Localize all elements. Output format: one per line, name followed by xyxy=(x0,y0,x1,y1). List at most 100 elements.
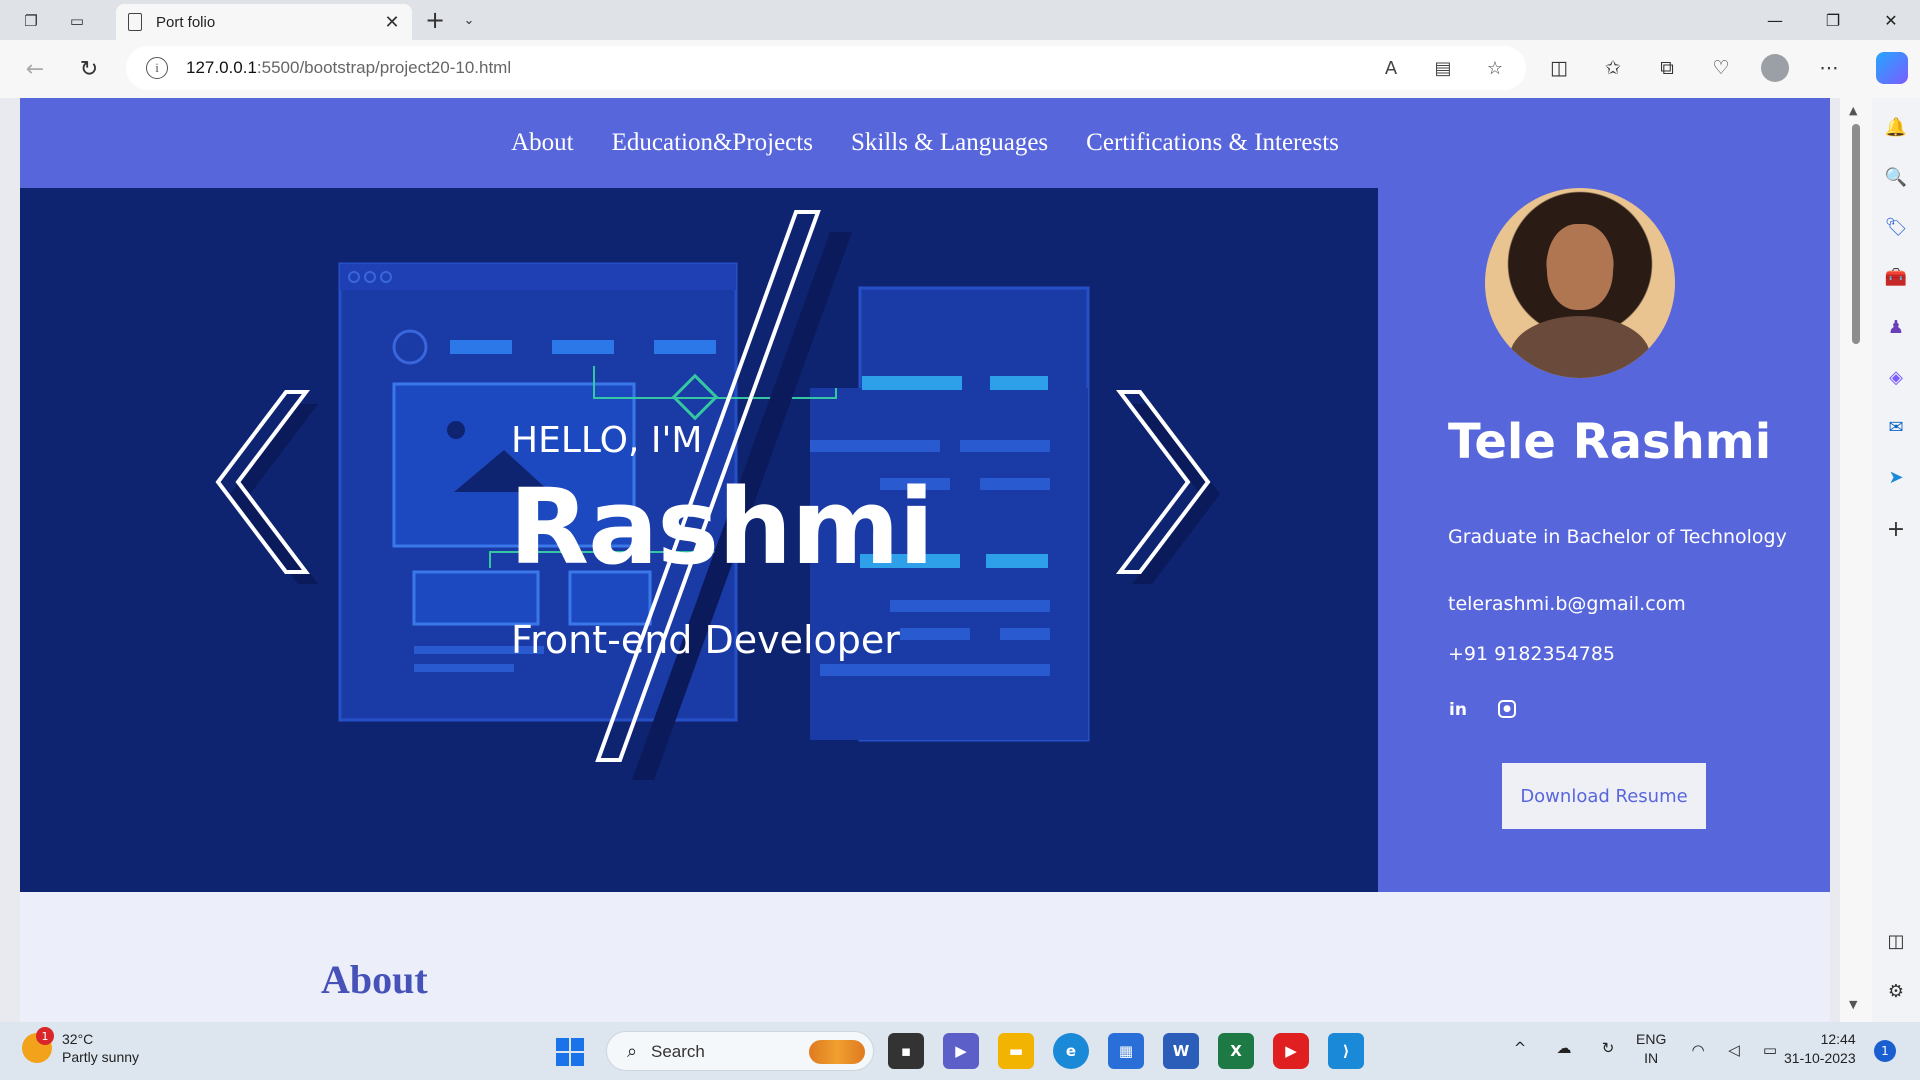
games-icon[interactable]: ♟ xyxy=(1883,314,1909,340)
minimize-button[interactable]: — xyxy=(1746,0,1804,40)
weather-sun-icon: 1 xyxy=(22,1027,54,1063)
weather-badge: 1 xyxy=(36,1027,54,1045)
language-indicator[interactable]: ENG IN xyxy=(1636,1030,1666,1068)
carousel-prev-button[interactable] xyxy=(216,390,316,576)
teams-app-icon[interactable]: ▶ xyxy=(943,1033,979,1069)
scroll-up-icon[interactable]: ▲ xyxy=(1849,104,1857,117)
favorite-star-icon[interactable]: ☆ xyxy=(1482,55,1508,81)
lang-bottom: IN xyxy=(1644,1050,1659,1066)
taskbar-apps: ▪ ▶ ▬ e ▦ W X ▶ ⟩ xyxy=(888,1033,1364,1069)
youtube-app-icon[interactable]: ▶ xyxy=(1273,1033,1309,1069)
copilot-icon[interactable] xyxy=(1876,52,1908,84)
tab-actions-icon[interactable]: ▭ xyxy=(64,8,90,34)
profile-avatar[interactable] xyxy=(1760,53,1790,83)
scrollbar-thumb[interactable] xyxy=(1852,124,1860,344)
hero-greeting: HELLO, I'M xyxy=(511,420,703,461)
nav-link-education[interactable]: Education&Projects xyxy=(612,129,813,157)
start-button[interactable] xyxy=(556,1038,584,1066)
windows-taskbar: 1 32°C Partly sunny ⌕ Search ▪ ▶ ▬ e ▦ W… xyxy=(0,1022,1920,1080)
profile-panel: Tele Rashmi Graduate in Bachelor of Tech… xyxy=(1378,188,1830,892)
url-text[interactable]: 127.0.0.1:5500/bootstrap/project20-10.ht… xyxy=(186,58,511,78)
edge-app-icon[interactable]: e xyxy=(1053,1033,1089,1069)
pumpkin-icon xyxy=(809,1040,865,1064)
chevron-up-icon[interactable]: ^ xyxy=(1508,1036,1532,1060)
nav-link-certifications[interactable]: Certifications & Interests xyxy=(1086,129,1339,157)
hero-name: Rashmi xyxy=(509,466,934,588)
settings-gear-icon[interactable]: ⚙ xyxy=(1883,978,1909,1004)
notification-badge[interactable]: 1 xyxy=(1874,1040,1896,1062)
close-tab-icon[interactable]: ✕ xyxy=(382,12,402,33)
tab-title: Port folio xyxy=(156,13,216,31)
quick-settings[interactable]: ◠ ◁ ▭ xyxy=(1686,1038,1782,1062)
more-options-icon[interactable]: ⋯ xyxy=(1814,53,1844,83)
weather-widget[interactable]: 1 32°C Partly sunny xyxy=(22,1027,139,1066)
workspaces-icon[interactable]: ❐ xyxy=(18,8,44,34)
sidebar-toggle-icon[interactable]: ◫ xyxy=(1883,928,1909,954)
immersive-reader-icon[interactable]: ▤ xyxy=(1430,55,1456,81)
clock-date: 31-10-2023 xyxy=(1784,1050,1856,1066)
reload-icon[interactable]: ↻ xyxy=(74,54,104,84)
nav-link-about[interactable]: About xyxy=(511,129,574,157)
site-nav: About Education&Projects Skills & Langua… xyxy=(20,98,1830,188)
profile-email[interactable]: telerashmi.b@gmail.com xyxy=(1448,593,1686,615)
volume-icon: ◁ xyxy=(1728,1041,1740,1059)
add-icon[interactable]: + xyxy=(1883,516,1909,542)
site-info-icon[interactable]: i xyxy=(146,57,168,79)
weather-temp: 32°C xyxy=(62,1031,94,1047)
search-label: Search xyxy=(651,1042,705,1061)
onedrive-icon[interactable]: ☁ xyxy=(1552,1036,1576,1060)
send-icon[interactable]: ➤ xyxy=(1883,464,1909,490)
url-host: 127.0.0.1 xyxy=(186,58,257,77)
shopping-tag-icon[interactable]: 🏷 xyxy=(1883,214,1909,240)
browser-essentials-icon[interactable]: ♡ xyxy=(1706,53,1736,83)
about-section: About xyxy=(20,892,1830,1022)
store-app-icon[interactable]: ▦ xyxy=(1108,1033,1144,1069)
back-icon[interactable]: ← xyxy=(20,54,50,84)
split-screen-icon[interactable]: ◫ xyxy=(1544,53,1574,83)
address-bar[interactable]: i 127.0.0.1:5500/bootstrap/project20-10.… xyxy=(126,46,1526,90)
tools-icon[interactable]: 🧰 xyxy=(1883,264,1909,290)
profile-photo xyxy=(1485,188,1675,378)
clock-time: 12:44 xyxy=(1820,1031,1856,1047)
clock[interactable]: 12:44 31-10-2023 xyxy=(1784,1030,1856,1068)
taskbar-search[interactable]: ⌕ Search xyxy=(606,1031,874,1071)
notification-bell-icon[interactable]: 🔔 xyxy=(1883,114,1909,140)
linkedin-icon[interactable]: in xyxy=(1448,700,1468,720)
collections-icon[interactable]: ⧉ xyxy=(1652,53,1682,83)
chevron-down-icon[interactable]: ⌄ xyxy=(458,8,480,32)
read-aloud-icon[interactable]: A xyxy=(1378,55,1404,81)
browser-toolbar: ← ↻ i 127.0.0.1:5500/bootstrap/project20… xyxy=(0,40,1920,98)
sync-icon[interactable]: ↻ xyxy=(1596,1036,1620,1060)
download-resume-button[interactable]: Download Resume xyxy=(1502,763,1706,829)
outlook-icon[interactable]: ✉ xyxy=(1883,414,1909,440)
edge-sidebar: 🔔 🔍 🏷 🧰 ♟ ◈ ✉ ➤ + ◫ ⚙ xyxy=(1872,98,1920,1022)
scroll-down-icon[interactable]: ▼ xyxy=(1849,998,1857,1011)
about-heading: About xyxy=(321,957,428,1002)
restore-button[interactable]: ❐ xyxy=(1804,0,1862,40)
terminal-app-icon[interactable]: ▪ xyxy=(888,1033,924,1069)
search-icon: ⌕ xyxy=(626,1040,638,1062)
url-path: :5500/bootstrap/project20-10.html xyxy=(256,58,512,77)
page-scrollbar[interactable]: ▲ ▼ xyxy=(1840,98,1872,1022)
search-icon[interactable]: 🔍 xyxy=(1883,164,1909,190)
close-window-button[interactable]: ✕ xyxy=(1862,0,1920,40)
wifi-icon: ◠ xyxy=(1691,1041,1705,1059)
tab-portfolio[interactable]: Port folio ✕ xyxy=(116,4,412,40)
instagram-icon[interactable]: ● xyxy=(1498,700,1516,718)
new-tab-icon[interactable]: + xyxy=(422,6,448,34)
favorites-icon[interactable]: ✩ xyxy=(1598,53,1628,83)
page-viewport: About Education&Projects Skills & Langua… xyxy=(20,98,1830,1022)
profile-phone: +91 9182354785 xyxy=(1448,643,1616,665)
carousel-next-button[interactable] xyxy=(1116,390,1216,576)
vscode-app-icon[interactable]: ⟩ xyxy=(1328,1033,1364,1069)
page-icon xyxy=(128,13,142,31)
hero-carousel: HELLO, I'M Rashmi Front-end Developer xyxy=(20,188,1378,892)
profile-degree: Graduate in Bachelor of Technology xyxy=(1448,526,1787,548)
nav-link-skills[interactable]: Skills & Languages xyxy=(851,129,1048,157)
word-app-icon[interactable]: W xyxy=(1163,1033,1199,1069)
battery-icon: ▭ xyxy=(1762,1041,1778,1059)
office-icon[interactable]: ◈ xyxy=(1883,364,1909,390)
hero-role: Front-end Developer xyxy=(511,618,900,662)
file-explorer-icon[interactable]: ▬ xyxy=(998,1033,1034,1069)
excel-app-icon[interactable]: X xyxy=(1218,1033,1254,1069)
